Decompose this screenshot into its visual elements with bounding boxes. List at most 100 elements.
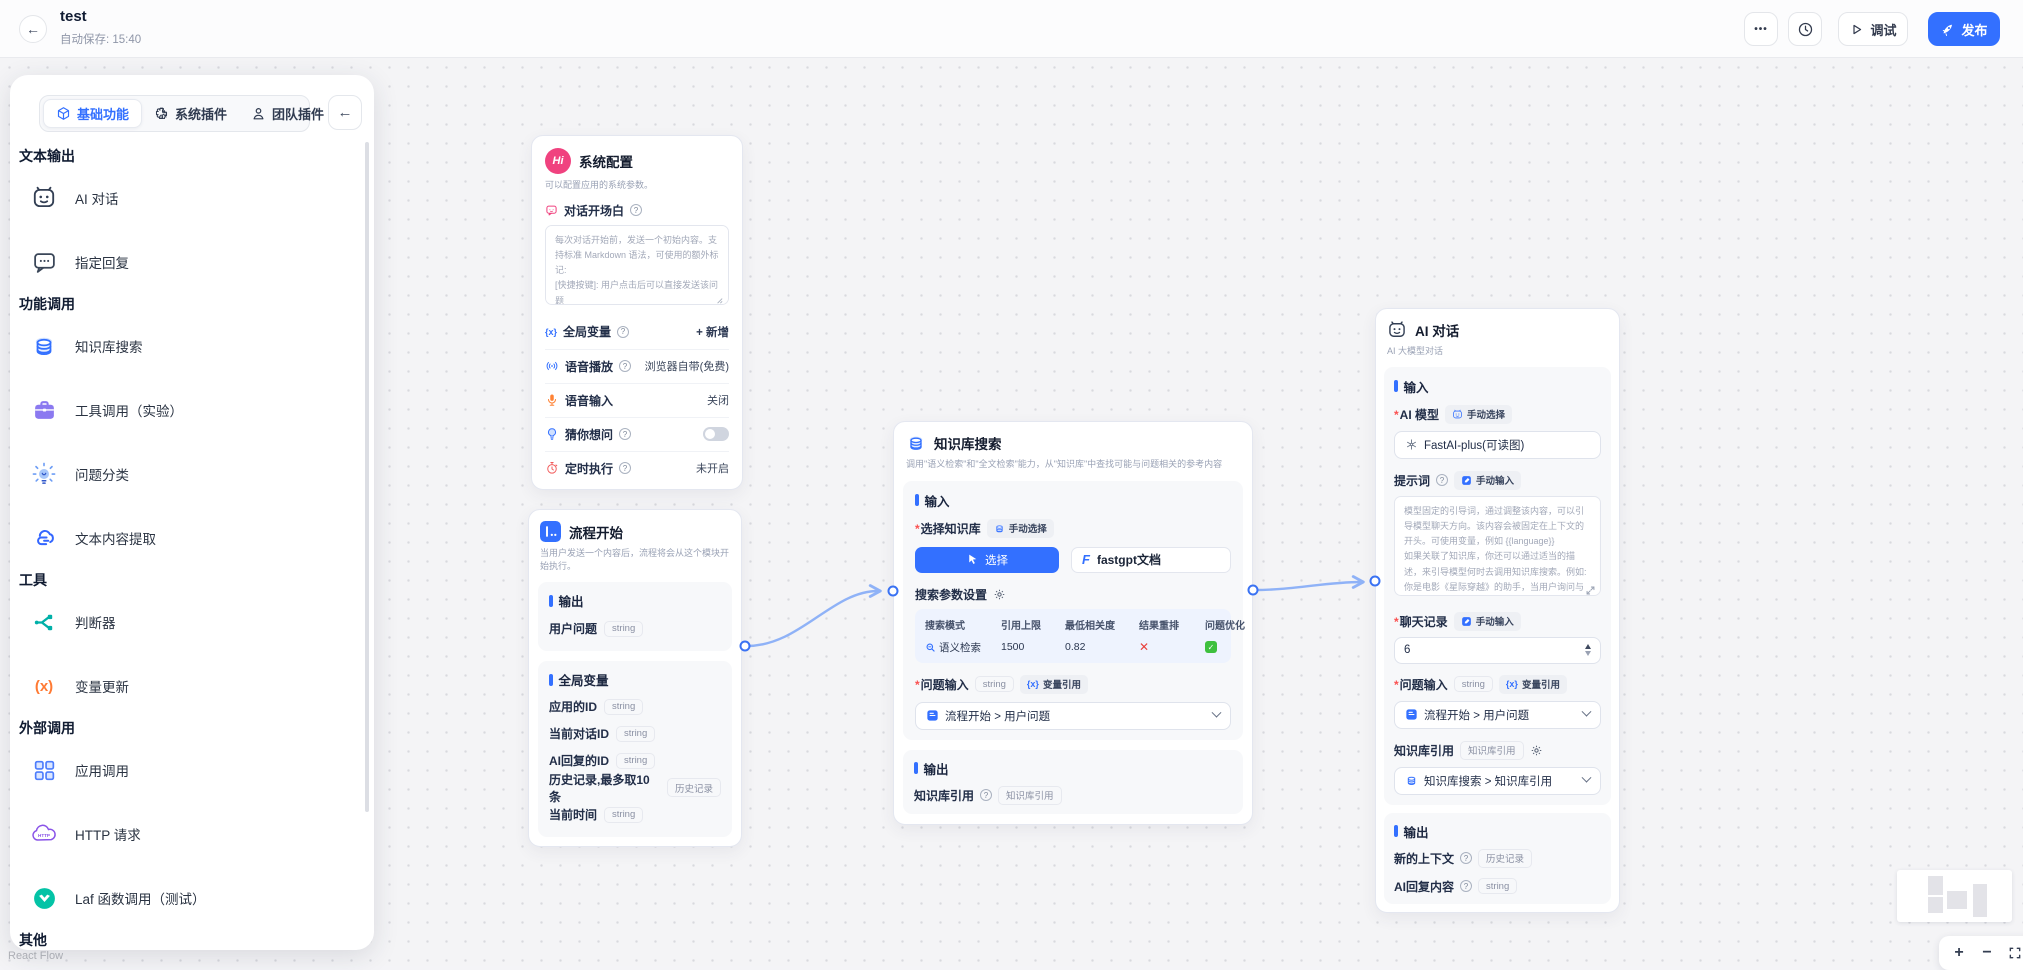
- lightbulb-rays-icon: [31, 461, 57, 487]
- minimap[interactable]: [1897, 870, 2012, 922]
- sidebar-item-app-call[interactable]: 应用调用: [10, 738, 374, 802]
- minimap-node: [1928, 876, 1943, 895]
- stepper-arrows[interactable]: [1585, 644, 1591, 656]
- section-title: 输出: [1404, 822, 1429, 841]
- query-extension-checkbox[interactable]: [1205, 641, 1217, 653]
- config-row-voice-input[interactable]: 语音输入 关闭: [545, 383, 729, 417]
- dataset-card[interactable]: F fastgpt文档: [1071, 547, 1231, 573]
- stepper-up-icon[interactable]: [1585, 644, 1591, 649]
- help-icon[interactable]: [1460, 852, 1472, 864]
- type-badge: 历史记录: [1478, 849, 1532, 868]
- history-count-input[interactable]: [1404, 644, 1504, 656]
- prompt-textarea[interactable]: [1394, 496, 1601, 596]
- help-icon[interactable]: [630, 204, 642, 216]
- debug-button[interactable]: 调试: [1838, 12, 1908, 46]
- node-dataset-search[interactable]: 知识库搜索 调用"语义检索"和"全文检索"能力，从"知识库"中查找可能与问题相关…: [893, 421, 1253, 825]
- sidebar-item-variable-update[interactable]: (x) 变量更新: [10, 654, 374, 718]
- chevron-down-icon: [1212, 708, 1222, 718]
- node-flow-start[interactable]: 流程开始 当用户发送一个内容后，流程将会从这个模块开始执行。 输出 用户问题 s…: [528, 509, 742, 847]
- sidebar-scrollbar[interactable]: [365, 142, 369, 812]
- gear-icon[interactable]: [1530, 744, 1543, 757]
- quote-source-select[interactable]: 知识库搜索 > 知识库引用: [1394, 767, 1601, 795]
- zoom-out-button[interactable]: −: [1973, 936, 2001, 970]
- config-row-schedule[interactable]: 定时执行 未开启: [545, 451, 729, 485]
- sidebar-item-laf-function[interactable]: Laf 函数调用（测试）: [10, 866, 374, 930]
- node-subtitle: 可以配置应用的系统参数。: [545, 179, 729, 192]
- search-params-table[interactable]: 搜索模式 引用上限 最低相关度 结果重排 问题优化 语义检索 1500 0.82…: [915, 609, 1231, 663]
- manual-input-badge[interactable]: 手动输入: [1454, 612, 1521, 631]
- section-bar: [914, 762, 918, 774]
- add-variable-button[interactable]: + 新增: [696, 324, 729, 340]
- handle-start-output[interactable]: [740, 641, 751, 652]
- config-row-tts[interactable]: 语音播放 浏览器自带(免费): [545, 349, 729, 383]
- person-icon: [251, 106, 266, 121]
- sidebar-item-judge[interactable]: 判断器: [10, 590, 374, 654]
- sidebar-item-tool-call[interactable]: 工具调用（实验）: [10, 378, 374, 442]
- guess-question-toggle[interactable]: [703, 427, 729, 441]
- fit-view-button[interactable]: [2001, 936, 2023, 970]
- zoom-in-button[interactable]: +: [1945, 936, 1973, 970]
- help-icon[interactable]: [619, 462, 631, 474]
- sidebar-item-assigned-reply[interactable]: 指定回复: [10, 230, 374, 294]
- handle-search-input[interactable]: [888, 586, 899, 597]
- help-icon[interactable]: [619, 428, 631, 440]
- section-title-text-output: 文本输出: [10, 146, 374, 166]
- help-icon[interactable]: [1436, 474, 1448, 486]
- sidebar-tabs: 基础功能 系统插件 团队插件: [39, 95, 310, 132]
- node-system-config[interactable]: Hi 系统配置 可以配置应用的系统参数。 对话开场白 {x} 全局变量 + 新增…: [531, 135, 743, 490]
- help-icon[interactable]: [1460, 880, 1472, 892]
- quote-label: 知识库引用: [1394, 742, 1454, 759]
- play-icon: [1849, 22, 1864, 37]
- help-icon[interactable]: [617, 326, 629, 338]
- history-button[interactable]: [1788, 12, 1822, 46]
- sound-icon: [545, 359, 559, 373]
- node-title: 知识库搜索: [934, 433, 1002, 453]
- clock-icon: [1797, 21, 1814, 38]
- model-select[interactable]: FastAI-plus(可读图): [1394, 431, 1601, 459]
- question-source-select[interactable]: 流程开始 > 用户问题: [915, 702, 1231, 730]
- collapse-sidebar-button[interactable]: ←: [328, 95, 362, 130]
- sidebar-item-question-classify[interactable]: 问题分类: [10, 442, 374, 506]
- question-source-select[interactable]: 流程开始 > 用户问题: [1394, 701, 1601, 729]
- database-icon: [906, 433, 926, 453]
- handle-chat-input[interactable]: [1370, 576, 1381, 587]
- back-button[interactable]: ←: [19, 15, 47, 43]
- reactflow-attribution: React Flow: [8, 950, 63, 962]
- manual-select-badge[interactable]: 手动选择: [987, 519, 1054, 538]
- resize-handle-icon[interactable]: [713, 294, 724, 305]
- help-icon[interactable]: [619, 360, 631, 372]
- type-badge: 知识库引用: [998, 786, 1062, 805]
- sidebar-item-http-request[interactable]: HTTP 请求: [10, 802, 374, 866]
- config-row-guess-question[interactable]: 猜你想问: [545, 417, 729, 451]
- sidebar-item-ai-chat[interactable]: AI 对话: [10, 166, 374, 230]
- section-bar: [549, 674, 553, 686]
- node-ai-chat[interactable]: AI 对话 AI 大模型对话 输入 AI 模型 手动选择 FastAI-plus…: [1375, 308, 1620, 913]
- global-row: 应用的ID string: [549, 693, 721, 720]
- gear-icon[interactable]: [993, 588, 1006, 601]
- choose-dataset-button[interactable]: 选择: [915, 547, 1059, 573]
- section-title: 全局变量: [559, 670, 609, 689]
- config-row-variables[interactable]: {x} 全局变量 + 新增: [545, 315, 729, 349]
- tab-system-plugins[interactable]: 系统插件: [142, 99, 239, 128]
- welcome-textarea[interactable]: [545, 225, 729, 305]
- variable-ref-badge[interactable]: {x}变量引用: [1499, 675, 1567, 694]
- more-button[interactable]: •••: [1744, 12, 1778, 46]
- tab-basic-modules[interactable]: 基础功能: [43, 99, 142, 128]
- sidebar-item-content-extract[interactable]: 文本内容提取: [10, 506, 374, 570]
- flow-start-mini-icon: [926, 709, 939, 722]
- expand-icon[interactable]: [1585, 585, 1596, 596]
- handle-search-output[interactable]: [1248, 585, 1259, 596]
- tab-team-plugins[interactable]: 团队插件: [239, 99, 336, 128]
- section-title: 输出: [924, 759, 949, 778]
- history-count-stepper[interactable]: [1394, 637, 1601, 664]
- autosave-status: 自动保存: 15:40: [60, 31, 141, 47]
- stepper-down-icon[interactable]: [1585, 651, 1591, 656]
- node-subtitle: 调用"语义检索"和"全文检索"能力，从"知识库"中查找可能与问题相关的参考内容: [906, 458, 1240, 471]
- sidebar-item-dataset-search[interactable]: 知识库搜索: [10, 314, 374, 378]
- manual-select-badge[interactable]: 手动选择: [1445, 405, 1512, 424]
- variable-ref-badge[interactable]: {x}变量引用: [1020, 675, 1088, 694]
- help-icon[interactable]: [980, 789, 992, 801]
- quote-output-label: 知识库引用: [914, 787, 974, 804]
- manual-input-badge[interactable]: 手动输入: [1454, 471, 1521, 490]
- publish-button[interactable]: 发布: [1928, 12, 2000, 46]
